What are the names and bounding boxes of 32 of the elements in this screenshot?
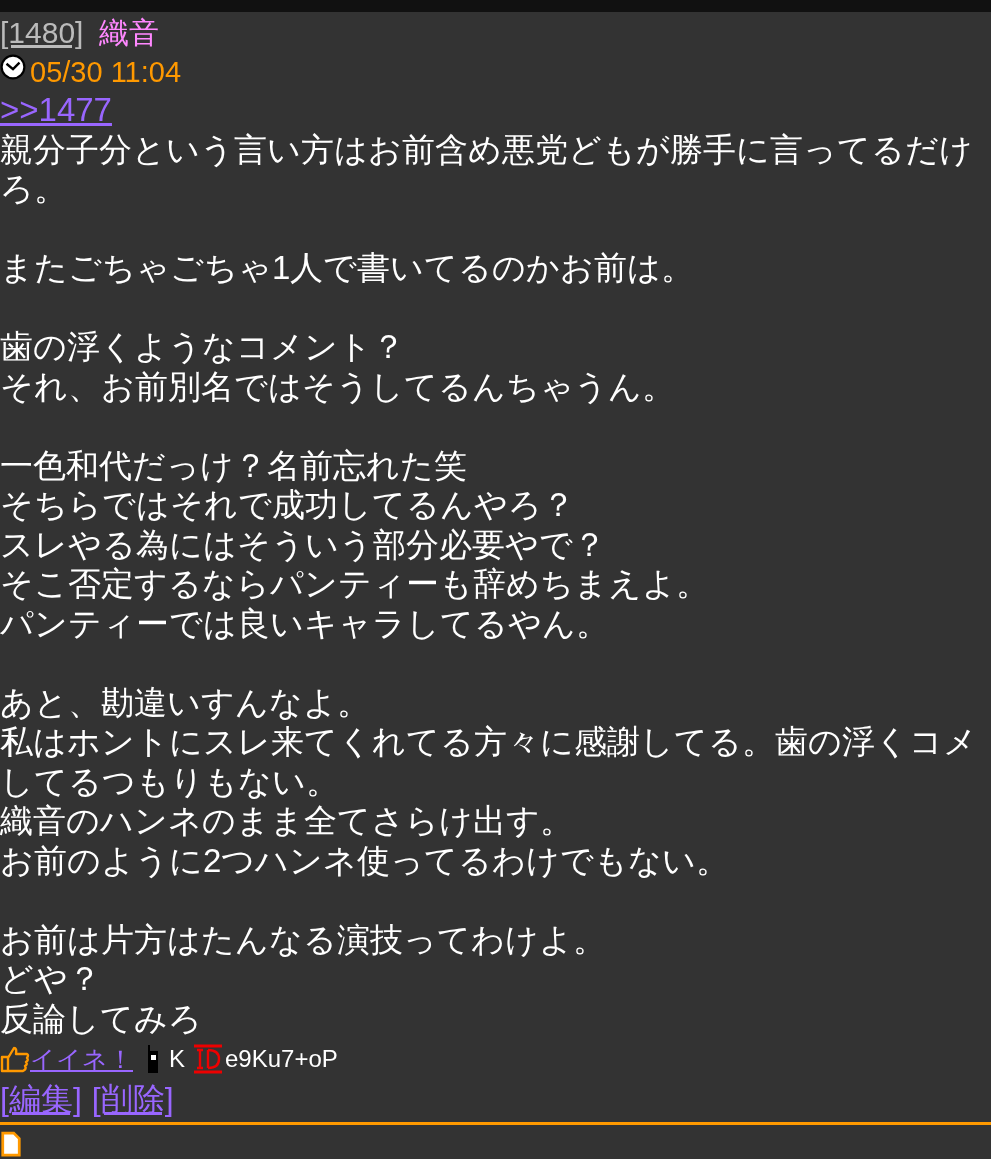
thumbs-up-icon <box>0 1045 30 1073</box>
body-text: どや？ <box>0 959 102 999</box>
body-text: 私はホントにスレ来てくれてる方々に感謝してる。歯の浮くコメ <box>0 722 978 762</box>
id-icon <box>193 1044 223 1074</box>
clock-icon <box>0 54 26 80</box>
body-text: 歯の浮くようなコメント？ <box>0 327 406 367</box>
action-link[interactable]: [削除] <box>91 1078 174 1122</box>
action-link[interactable]: [編集] <box>0 1078 82 1122</box>
reply-link[interactable]: >>1477 <box>0 91 112 128</box>
body-text: そちらではそれで成功してるんやろ？ <box>0 485 576 525</box>
body-text: 親分子分という言い方はお前含め悪党どもが勝手に言ってるだけ <box>0 129 974 169</box>
body-text: そこ否定するならパンティーも辞めちまえよ。 <box>0 564 710 604</box>
body-text: それ、お前別名ではそうしてるんちゃうん。 <box>0 366 676 406</box>
user-id: e9Ku7+oP <box>225 1045 338 1073</box>
body-text: スレやる為にはそういう部分必要やで？ <box>0 524 607 564</box>
post-date: 05/30 11:04 <box>30 55 182 89</box>
post-number[interactable]: [1480] <box>0 16 84 50</box>
phone-icon <box>147 1045 159 1073</box>
like-link[interactable]: イイネ！ <box>30 1042 133 1076</box>
body-text: あと、勘違いすんなよ。 <box>0 682 371 722</box>
body-text: お前のように2つハンネ使ってるわけでもない。 <box>0 840 731 880</box>
body-text: 反論してみろ <box>0 998 203 1038</box>
poster-name: 織音 <box>99 14 160 51</box>
body-text: してるつもりもない。 <box>0 761 340 801</box>
body-text: またごちゃごちゃ1人で書いてるのかお前は。 <box>0 248 696 288</box>
body-text: 織音のハンネのまま全てさらけ出す。 <box>0 801 574 841</box>
document-icon <box>0 1131 22 1157</box>
carrier-code: K <box>169 1045 185 1073</box>
body-text: パンティーでは良いキャラしてるやん。 <box>0 603 610 643</box>
body-text: ろ。 <box>0 169 68 209</box>
body-text: 一色和代だっけ？名前忘れた笑 <box>0 445 468 485</box>
body-text: お前は片方はたんなる演技ってわけよ。 <box>0 919 607 959</box>
